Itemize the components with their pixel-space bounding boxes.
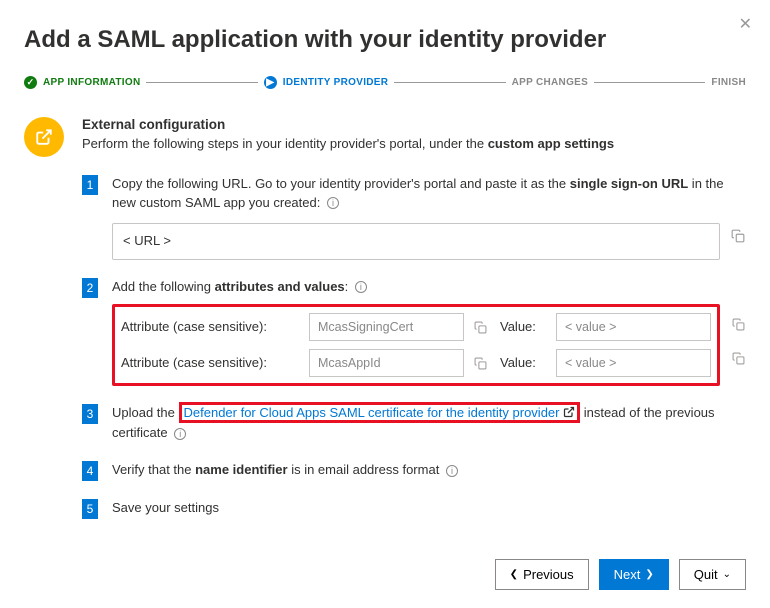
copy-icon[interactable]: [730, 350, 746, 366]
saml-certificate-link[interactable]: Defender for Cloud Apps SAML certificate…: [179, 402, 581, 423]
wizard-footer: ❮Previous Next❯ Quit⌄: [495, 559, 746, 590]
info-icon[interactable]: i: [174, 428, 186, 440]
config-step-1: 1 Copy the following URL. Go to your ide…: [82, 175, 746, 260]
page-title: Add a SAML application with your identit…: [24, 26, 746, 54]
external-config-intro: External configuration Perform the follo…: [24, 117, 746, 157]
step-number: 5: [82, 499, 98, 519]
quit-button[interactable]: Quit⌄: [679, 559, 746, 590]
check-icon: ✓: [24, 76, 37, 89]
config-step-2: 2 Add the following attributes and value…: [82, 278, 746, 387]
step-number: 3: [82, 404, 98, 424]
copy-icon[interactable]: [730, 316, 746, 332]
config-step-3: 3 Upload the Defender for Cloud Apps SAM…: [82, 404, 746, 443]
config-step-5: 5 Save your settings: [82, 499, 746, 519]
attributes-grid: Attribute (case sensitive): Value: Attri…: [112, 304, 720, 386]
close-icon[interactable]: ✕: [739, 14, 752, 34]
value-label: Value:: [500, 318, 548, 337]
step-identity-provider: ▶ IDENTITY PROVIDER: [264, 76, 389, 89]
chevron-left-icon: ❮: [510, 569, 518, 580]
next-button[interactable]: Next❯: [599, 559, 669, 590]
step-indicator: ✓ APP INFORMATION ▶ IDENTITY PROVIDER AP…: [24, 76, 746, 89]
play-icon: ▶: [264, 76, 277, 89]
copy-icon[interactable]: [472, 319, 488, 335]
intro-heading: External configuration: [82, 117, 614, 132]
copy-icon[interactable]: [730, 228, 746, 244]
value-label: Value:: [500, 354, 548, 373]
external-link-circle-icon: [24, 117, 64, 157]
copy-icon[interactable]: [472, 355, 488, 371]
step-number: 1: [82, 175, 98, 195]
chevron-down-icon: ⌄: [723, 569, 731, 580]
attribute-name-1[interactable]: [309, 313, 464, 341]
previous-button[interactable]: ❮Previous: [495, 559, 589, 590]
step-app-changes: APP CHANGES: [512, 77, 588, 88]
attribute-label: Attribute (case sensitive):: [121, 318, 301, 337]
info-icon[interactable]: i: [446, 465, 458, 477]
step-number: 2: [82, 278, 98, 298]
step-finish: FINISH: [711, 77, 746, 88]
info-icon[interactable]: i: [327, 197, 339, 209]
external-link-icon: [563, 405, 575, 424]
chevron-right-icon: ❯: [645, 569, 653, 580]
url-field[interactable]: < URL >: [112, 223, 720, 260]
step-number: 4: [82, 461, 98, 481]
step-app-information: ✓ APP INFORMATION: [24, 76, 140, 89]
intro-text: Perform the following steps in your iden…: [82, 136, 614, 151]
attribute-name-2[interactable]: [309, 349, 464, 377]
attribute-value-2[interactable]: [556, 349, 711, 377]
attribute-value-1[interactable]: [556, 313, 711, 341]
info-icon[interactable]: i: [355, 281, 367, 293]
attribute-label: Attribute (case sensitive):: [121, 354, 301, 373]
config-step-4: 4 Verify that the name identifier is in …: [82, 461, 746, 481]
